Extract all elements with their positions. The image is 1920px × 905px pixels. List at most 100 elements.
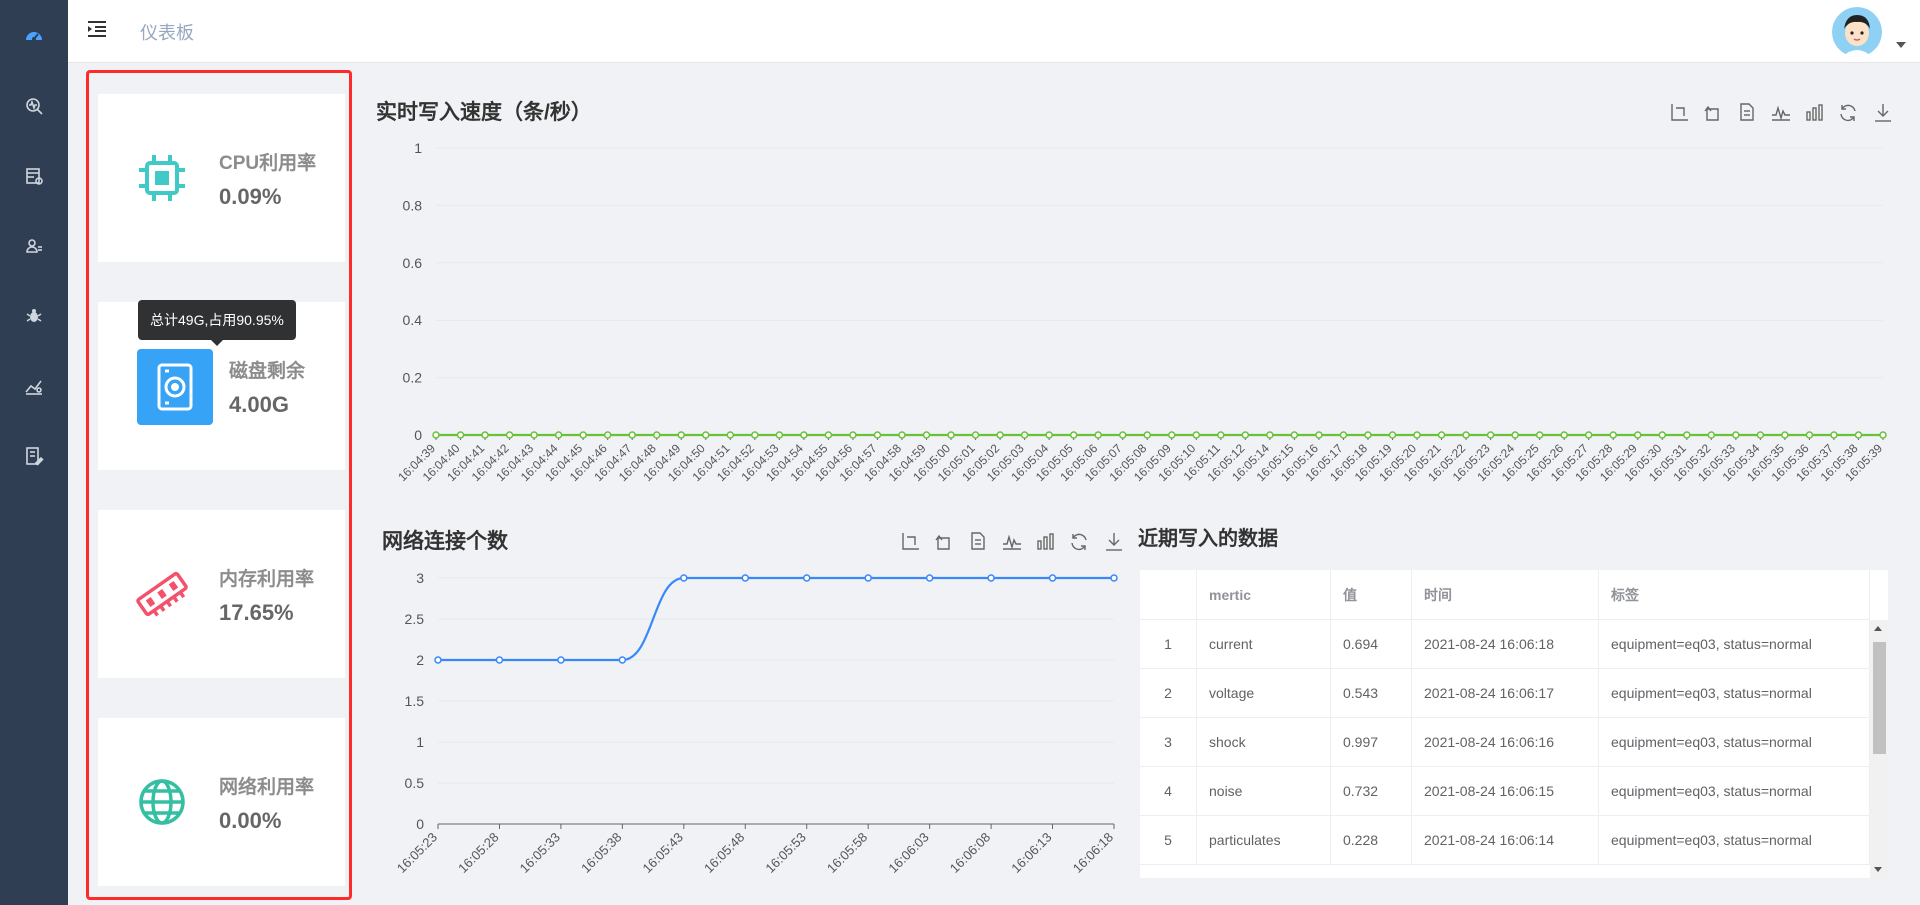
table-scrollbar[interactable]: [1870, 620, 1888, 878]
zoom-icon[interactable]: [1666, 100, 1692, 126]
avatar[interactable]: [1832, 7, 1882, 57]
table-cell: 0.732: [1330, 766, 1412, 816]
column-header[interactable]: mertic: [1196, 570, 1331, 620]
sidebar-item-monitor[interactable]: [0, 86, 68, 126]
line-chart-icon[interactable]: [1768, 100, 1794, 126]
data-point: [1830, 431, 1838, 439]
write-speed-title: 实时写入速度（条/秒）: [376, 101, 592, 124]
column-header[interactable]: 值: [1330, 570, 1412, 620]
card-network[interactable]: 网络利用率 0.00%: [98, 718, 345, 886]
data-point: [1110, 574, 1118, 582]
y-tick-label: 0.2: [403, 370, 423, 386]
document-edit-icon: [26, 447, 44, 466]
data-point: [618, 656, 627, 664]
data-point: [1217, 431, 1225, 439]
breadcrumb[interactable]: 仪表板: [140, 19, 194, 45]
data-view-icon[interactable]: [1734, 100, 1760, 126]
sidebar-item-users[interactable]: [0, 226, 68, 266]
y-tick-label: 3: [416, 570, 424, 586]
data-point: [1118, 431, 1127, 439]
column-header[interactable]: [1140, 570, 1197, 620]
card-memory[interactable]: 内存利用率 17.65%: [98, 510, 345, 678]
dashboard-icon: [26, 32, 42, 41]
data-point: [1879, 431, 1887, 439]
table-cell: 0.997: [1330, 717, 1412, 767]
download-icon[interactable]: [1870, 100, 1896, 126]
data-point: [1045, 431, 1053, 439]
y-tick-label: 0.6: [403, 255, 423, 271]
x-tick-label: 16:05:58: [824, 830, 870, 876]
data-point: [1756, 431, 1765, 439]
data-point: [432, 431, 440, 439]
column-header[interactable]: 标签: [1598, 570, 1870, 620]
data-point: [603, 431, 612, 439]
x-tick-label: 16:05:23: [394, 830, 440, 876]
data-point: [495, 656, 504, 664]
restore-icon[interactable]: [1836, 100, 1862, 126]
data-point: [1048, 574, 1057, 582]
data-point: [1388, 431, 1397, 439]
sidebar-item-analytics[interactable]: [0, 366, 68, 406]
zoom-reset-icon[interactable]: [1700, 100, 1726, 126]
restore-icon[interactable]: [1067, 529, 1093, 555]
column-header[interactable]: 时间: [1411, 570, 1599, 620]
scroll-up-icon[interactable]: [1874, 626, 1882, 631]
card-value: 17.65%: [219, 600, 294, 625]
data-point: [628, 431, 636, 439]
scroll-down-icon[interactable]: [1874, 867, 1882, 872]
sidebar-item-debug[interactable]: [0, 296, 68, 336]
table-cell: 2021-08-24 16:06:17: [1411, 668, 1599, 718]
sidebar-toggle-button[interactable]: [86, 18, 112, 44]
download-icon[interactable]: [1101, 529, 1127, 555]
x-tick-label: 16:06:08: [947, 830, 993, 876]
data-point: [1658, 431, 1667, 439]
data-point: [947, 431, 955, 439]
table-cell: 1: [1140, 619, 1197, 669]
table-cell: 2: [1140, 668, 1197, 718]
data-point: [1437, 431, 1446, 439]
zoom-reset-icon[interactable]: [931, 529, 957, 555]
disk-tooltip: 总计49G,占用90.95%: [138, 300, 296, 346]
data-point: [1560, 431, 1568, 439]
y-tick-label: 1: [416, 734, 424, 750]
table-cell: equipment=eq03, status=normal: [1598, 668, 1870, 718]
card-cpu[interactable]: CPU利用率 0.09%: [98, 94, 345, 262]
cpu-icon: [124, 140, 200, 216]
x-tick-label: 16:05:33: [517, 830, 563, 876]
data-point: [557, 656, 565, 664]
y-tick-label: 0: [414, 427, 422, 443]
table-cell: 2021-08-24 16:06:16: [1411, 717, 1599, 767]
table-row[interactable]: 5 particulates 0.228 2021-08-24 16:06:14 equ…: [1140, 815, 1870, 865]
card-label: CPU利用率: [219, 153, 317, 174]
table-row[interactable]: 4 noise 0.732 2021-08-24 16:06:15 equipment=…: [1140, 766, 1870, 816]
data-point: [505, 431, 514, 439]
data-point: [925, 574, 934, 582]
data-point: [1094, 431, 1102, 439]
x-tick-label: 16:05:53: [762, 830, 808, 876]
scroll-thumb[interactable]: [1873, 642, 1886, 754]
data-point: [996, 431, 1004, 439]
data-point: [554, 431, 563, 439]
data-view-icon[interactable]: [965, 529, 991, 555]
bar-chart-icon[interactable]: [1802, 100, 1828, 126]
sidebar-item-documents[interactable]: [0, 436, 68, 476]
sidebar-item-dashboard[interactable]: [0, 16, 68, 56]
table-cell: 2021-08-24 16:06:15: [1411, 766, 1599, 816]
sidebar: [0, 0, 68, 905]
table-row[interactable]: 1 current 0.694 2021-08-24 16:06:18 equipmen…: [1140, 619, 1870, 669]
table-cell: 0.543: [1330, 668, 1412, 718]
data-point: [987, 574, 995, 582]
table-row[interactable]: 2 voltage 0.543 2021-08-24 16:06:17 equipmen…: [1140, 668, 1870, 718]
card-value: 0.00%: [219, 808, 282, 833]
table-row[interactable]: 3 shock 0.997 2021-08-24 16:06:16 equipment=…: [1140, 717, 1870, 767]
data-point: [1633, 431, 1642, 439]
bar-chart-icon[interactable]: [1033, 529, 1059, 555]
user-dropdown-caret-icon[interactable]: [1896, 42, 1906, 48]
zoom-icon[interactable]: [897, 529, 923, 555]
line-chart-icon[interactable]: [999, 529, 1025, 555]
y-tick-label: 2: [416, 652, 424, 668]
data-point: [1168, 431, 1176, 439]
data-point: [652, 431, 661, 439]
table-cell: 5: [1140, 815, 1197, 865]
sidebar-item-database[interactable]: [0, 156, 68, 196]
